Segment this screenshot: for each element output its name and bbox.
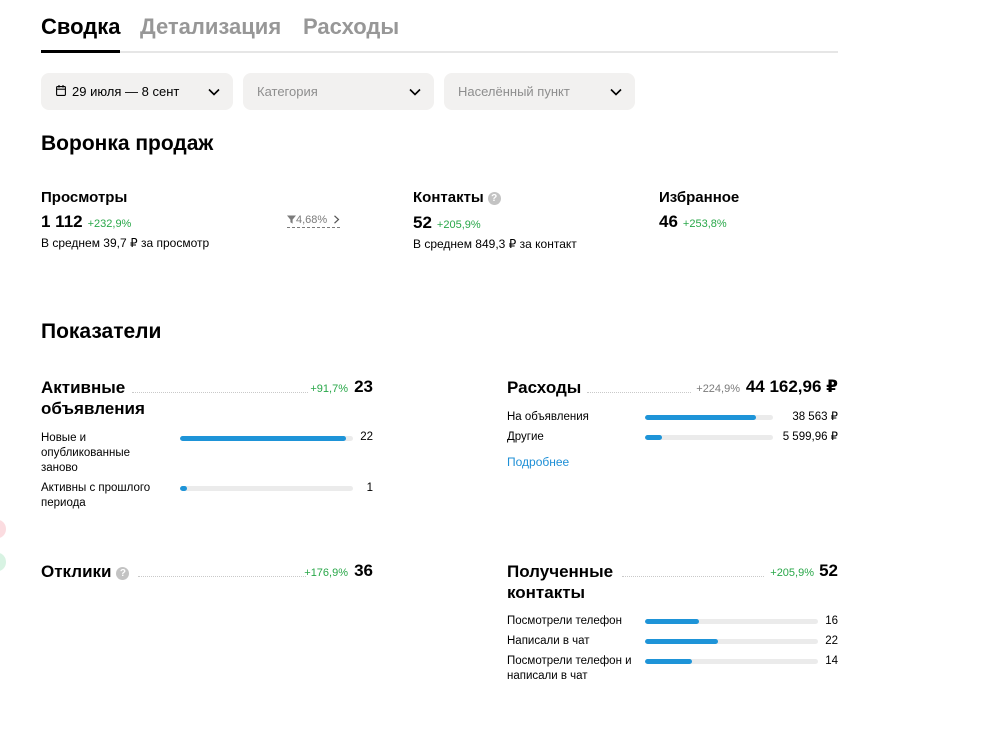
tab-details[interactable]: Детализация xyxy=(140,13,281,53)
contacts-average: В среднем 849,3 ₽ за контакт xyxy=(413,237,577,251)
decorative-shape xyxy=(0,520,6,538)
period-select[interactable]: 29 июля — 8 сент xyxy=(41,73,233,110)
funnel-icon xyxy=(287,215,296,224)
contacts-value: 52 +205,9% xyxy=(413,212,481,236)
expenses-value: 44 162,96 ₽ xyxy=(745,377,838,396)
active-ads-row-prev-fill xyxy=(180,486,187,491)
contacts-row-chat-fill xyxy=(645,639,718,644)
chevron-down-icon xyxy=(409,88,421,96)
active-ads-row-prev-label: Активны с прошлого периода xyxy=(41,482,151,509)
contacts-row-both-fill xyxy=(645,659,692,664)
views-label: Просмотры xyxy=(41,189,128,206)
contacts-row-phone-value: 16 xyxy=(825,615,838,627)
expenses-title: Расходы xyxy=(507,378,582,397)
chevron-down-icon xyxy=(208,88,220,96)
responses-title-text: Отклики xyxy=(41,562,112,581)
expenses-row-other-bar xyxy=(645,435,773,440)
contacts-row-phone-fill xyxy=(645,619,699,624)
contacts-label-text: Контакты xyxy=(413,189,484,206)
contacts-row-chat-label: Написали в чат xyxy=(507,635,590,647)
favorites-value: 46 +253,8% xyxy=(659,211,727,235)
decorative-shape xyxy=(0,553,6,571)
expenses-details-link[interactable]: Подробнее xyxy=(507,455,569,470)
tab-summary[interactable]: Сводка xyxy=(41,13,121,53)
active-ads-change: +91,7% xyxy=(310,383,348,395)
tab-bar: Сводка Детализация Расходы xyxy=(41,13,838,53)
favorites-label: Избранное xyxy=(659,189,740,206)
active-ads-row-new-fill xyxy=(180,436,347,441)
responses-title: Отклики? xyxy=(41,561,130,582)
contacts-row-phone-label: Посмотрели телефон xyxy=(507,615,622,627)
views-change: +232,9% xyxy=(87,218,132,230)
active-ads-row-new-label: Новые и опубликованные заново xyxy=(41,432,131,474)
contacts-count: 52 xyxy=(413,213,432,232)
favorites-change: +253,8% xyxy=(682,218,727,230)
contacts-row-both-label: Посмотрели телефон и написали в чат xyxy=(507,655,632,682)
active-ads-value: 23 xyxy=(354,377,373,396)
location-select[interactable]: Населённый пункт xyxy=(444,73,635,110)
funnel-title: Воронка продаж xyxy=(41,132,214,155)
received-contacts-value: 52 xyxy=(819,561,838,580)
metrics-title: Показатели xyxy=(41,320,162,343)
conversion-link[interactable]: 4,68% xyxy=(287,213,341,228)
active-ads-row-prev-bar xyxy=(180,486,353,491)
chevron-right-icon xyxy=(334,215,340,224)
contacts-row-both-value: 14 xyxy=(825,655,838,667)
views-count: 1 112 xyxy=(41,212,83,231)
responses-value: 36 xyxy=(354,561,373,580)
dotted-leader xyxy=(587,392,691,393)
period-value: 29 июля — 8 сент xyxy=(72,84,180,99)
received-contacts-change: +205,9% xyxy=(770,567,814,579)
contacts-row-chat-bar xyxy=(645,639,818,644)
active-ads-row-new-value: 22 xyxy=(360,431,373,443)
contacts-row-chat-value: 22 xyxy=(825,635,838,647)
favorites-count: 46 xyxy=(659,212,678,231)
active-ads-row-prev-value: 1 xyxy=(366,482,373,494)
calendar-icon xyxy=(56,85,66,96)
category-select[interactable]: Категория xyxy=(243,73,434,110)
expenses-row-ads-bar xyxy=(645,415,773,420)
active-ads-title: Активные объявления xyxy=(41,378,145,418)
tab-expenses[interactable]: Расходы xyxy=(303,13,399,53)
responses-change: +176,9% xyxy=(304,567,348,579)
active-ads-row-new-bar xyxy=(180,436,353,441)
expenses-row-other-label: Другие xyxy=(507,431,544,443)
contacts-change: +205,9% xyxy=(436,219,481,231)
category-placeholder: Категория xyxy=(257,84,318,99)
views-value: 1 112 +232,9% xyxy=(41,211,131,235)
help-icon[interactable]: ? xyxy=(487,192,501,205)
contacts-label: Контакты? xyxy=(413,188,501,207)
conversion-value: 4,68% xyxy=(296,214,328,226)
expenses-row-other-value: 5 599,96 ₽ xyxy=(782,431,838,443)
views-average: В среднем 39,7 ₽ за просмотр xyxy=(41,236,210,250)
contacts-row-both-bar xyxy=(645,659,818,664)
expenses-row-ads-value: 38 563 ₽ xyxy=(792,411,838,423)
dotted-leader xyxy=(138,576,306,577)
location-placeholder: Населённый пункт xyxy=(458,84,570,99)
expenses-row-ads-label: На объявления xyxy=(507,411,589,423)
help-icon[interactable]: ? xyxy=(116,567,130,580)
expenses-row-ads-fill xyxy=(645,415,757,420)
expenses-change: +224,9% xyxy=(696,383,740,395)
chevron-down-icon xyxy=(610,88,622,96)
dotted-leader xyxy=(622,576,764,577)
contacts-row-phone-bar xyxy=(645,619,818,624)
received-contacts-title: Полученные контакты xyxy=(507,562,614,602)
expenses-row-other-fill xyxy=(645,435,662,440)
dotted-leader xyxy=(132,392,308,393)
